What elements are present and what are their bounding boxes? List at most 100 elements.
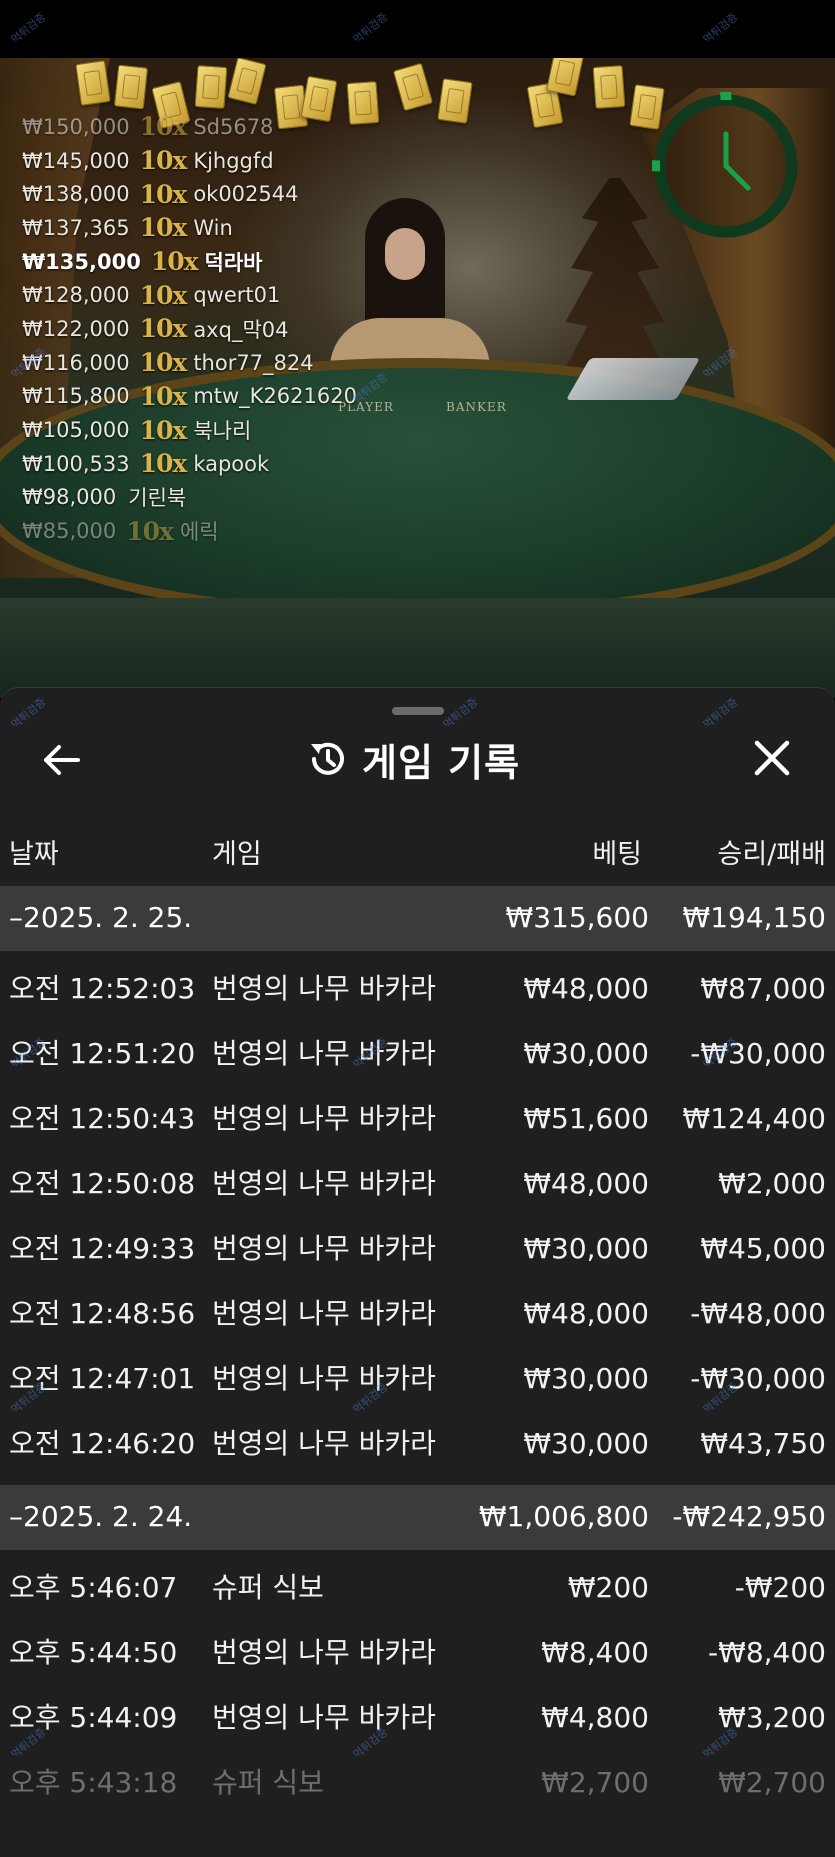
gold-card-decoration	[592, 65, 626, 109]
winner-name: ok002544	[193, 182, 299, 207]
row-winloss: ₩124,400	[682, 1102, 826, 1135]
winner-row: ₩85,000 10x 에릭	[22, 514, 422, 548]
row-bet: ₩48,000	[523, 972, 649, 1005]
section-winloss-total: -₩242,950	[672, 1500, 826, 1533]
row-winloss: -₩200	[734, 1571, 826, 1604]
history-row[interactable]: 오전 12:52:03 번영의 나무 바카라 ₩48,000 ₩87,000	[0, 956, 835, 1021]
row-bet: ₩2,700	[541, 1766, 649, 1799]
history-row[interactable]: 오전 12:50:43 번영의 나무 바카라 ₩51,600 ₩124,400	[0, 1086, 835, 1151]
date-section-header[interactable]: –2025. 2. 25. ₩315,600 ₩194,150	[0, 886, 835, 951]
winner-name: Sd5678	[193, 114, 274, 139]
date-section-header[interactable]: –2025. 2. 24. ₩1,006,800 -₩242,950	[0, 1485, 835, 1550]
row-time: 오후 5:44:50	[9, 1636, 178, 1669]
multiplier-badge: 10x	[139, 314, 188, 344]
row-bet: ₩48,000	[523, 1297, 649, 1330]
winner-row: ₩128,000 10x qwert01	[22, 278, 422, 312]
gold-card-decoration	[437, 78, 473, 124]
gold-card-decoration	[113, 64, 149, 110]
section-date: –2025. 2. 25.	[9, 901, 193, 934]
row-time: 오후 5:43:18	[9, 1766, 178, 1799]
column-header-game: 게임	[212, 839, 262, 870]
row-game: 번영의 나무 바카라	[212, 1232, 436, 1265]
row-bet: ₩30,000	[523, 1037, 649, 1070]
row-bet: ₩4,800	[541, 1701, 649, 1734]
multiplier-badge: 10x	[139, 449, 188, 479]
gold-card-decoration	[392, 62, 434, 112]
multiplier-badge: 10x	[139, 415, 188, 445]
row-game: 번영의 나무 바카라	[212, 1167, 436, 1200]
row-bet: ₩30,000	[523, 1427, 649, 1460]
row-winloss: ₩45,000	[700, 1232, 826, 1265]
winner-row: ₩98,000 기린북	[22, 481, 422, 515]
gold-card-decoration	[75, 60, 111, 106]
winner-name: axq_막04	[193, 317, 289, 342]
history-row[interactable]: 오전 12:48:56 번영의 나무 바카라 ₩48,000 -₩48,000	[0, 1281, 835, 1346]
multiplier-badge: 10x	[139, 348, 188, 378]
back-arrow-icon[interactable]	[40, 738, 84, 782]
winner-row: ₩122,000 10x axq_막04	[22, 312, 422, 346]
multiplier-badge: 10x	[139, 280, 188, 310]
row-winloss: ₩87,000	[700, 972, 826, 1005]
winner-row: ₩138,000 10x ok002544	[22, 177, 422, 211]
winner-amount: ₩145,000	[22, 148, 130, 173]
winner-amount: ₩105,000	[22, 418, 130, 443]
row-time: 오전 12:50:08	[9, 1167, 196, 1200]
multiplier-badge: 10x	[150, 247, 199, 277]
history-row[interactable]: 오후 5:46:07 슈퍼 식보 ₩200 -₩200	[0, 1555, 835, 1620]
winner-name: kapook	[193, 451, 270, 476]
gold-card-decoration	[227, 58, 267, 106]
multiplier-badge: 10x	[139, 381, 188, 411]
history-icon	[311, 742, 344, 775]
winner-name: qwert01	[193, 283, 281, 308]
panel-header: 게임 기록	[306, 731, 520, 787]
winner-name: Kjhggfd	[193, 148, 274, 173]
multiplier-badge: 10x	[126, 516, 174, 546]
gold-card-decoration	[545, 58, 585, 97]
row-time: 오후 5:46:07	[9, 1571, 178, 1604]
winner-amount: ₩150,000	[22, 114, 130, 139]
row-winloss: ₩43,750	[700, 1427, 826, 1460]
row-time: 오전 12:50:43	[9, 1102, 196, 1135]
history-row[interactable]: 오전 12:46:20 번영의 나무 바카라 ₩30,000 ₩43,750	[0, 1411, 835, 1476]
column-header-bet: 베팅	[592, 839, 642, 870]
row-game: 번영의 나무 바카라	[212, 1701, 436, 1734]
close-icon[interactable]	[750, 736, 794, 780]
winner-row: ₩137,365 10x Win	[22, 211, 422, 245]
row-bet: ₩51,600	[523, 1102, 649, 1135]
row-winloss: -₩8,400	[708, 1636, 826, 1669]
winner-amount: ₩115,800	[22, 384, 130, 409]
row-bet: ₩8,400	[541, 1636, 649, 1669]
winners-ticker: ₩150,000 10x Sd5678 ₩145,000 10x Kjhggfd…	[22, 110, 422, 548]
gold-card-decoration	[194, 65, 228, 109]
row-game: 번영의 나무 바카라	[212, 1297, 436, 1330]
drag-handle[interactable]	[392, 707, 444, 715]
felt-label-banker: BANKER	[446, 400, 507, 414]
winner-amount: ₩85,000	[22, 519, 117, 544]
history-row[interactable]: 오후 5:44:50 번영의 나무 바카라 ₩8,400 -₩8,400	[0, 1620, 835, 1685]
winner-amount: ₩98,000	[22, 485, 117, 510]
winner-name: 북나리	[193, 419, 252, 444]
panel-title: 게임 기록	[362, 740, 521, 785]
column-header-winloss: 승리/패배	[717, 839, 826, 870]
row-winloss: -₩48,000	[690, 1297, 826, 1330]
winner-amount: ₩137,365	[22, 215, 130, 240]
row-game: 번영의 나무 바카라	[212, 1102, 436, 1135]
multiplier-badge: 10x	[139, 112, 188, 142]
winner-name: 덕라바	[204, 250, 263, 275]
section-bet-total: ₩315,600	[505, 901, 649, 934]
history-row[interactable]: 오전 12:50:08 번영의 나무 바카라 ₩48,000 ₩2,000	[0, 1151, 835, 1216]
winner-amount: ₩138,000	[22, 182, 130, 207]
table-rail	[0, 598, 835, 698]
winner-name: mtw_K2621620	[193, 384, 357, 409]
row-bet: ₩30,000	[523, 1232, 649, 1265]
row-bet: ₩200	[567, 1571, 649, 1604]
winner-amount: ₩100,533	[22, 451, 130, 476]
row-bet: ₩48,000	[523, 1167, 649, 1200]
section-date: –2025. 2. 24.	[9, 1500, 193, 1533]
winner-name: 기린북	[128, 486, 187, 511]
row-time: 오전 12:49:33	[9, 1232, 196, 1265]
winner-amount: ₩135,000	[22, 249, 141, 274]
section-bet-total: ₩1,006,800	[478, 1500, 649, 1533]
row-game: 번영의 나무 바카라	[212, 1636, 436, 1669]
history-row[interactable]: 오전 12:49:33 번영의 나무 바카라 ₩30,000 ₩45,000	[0, 1216, 835, 1281]
